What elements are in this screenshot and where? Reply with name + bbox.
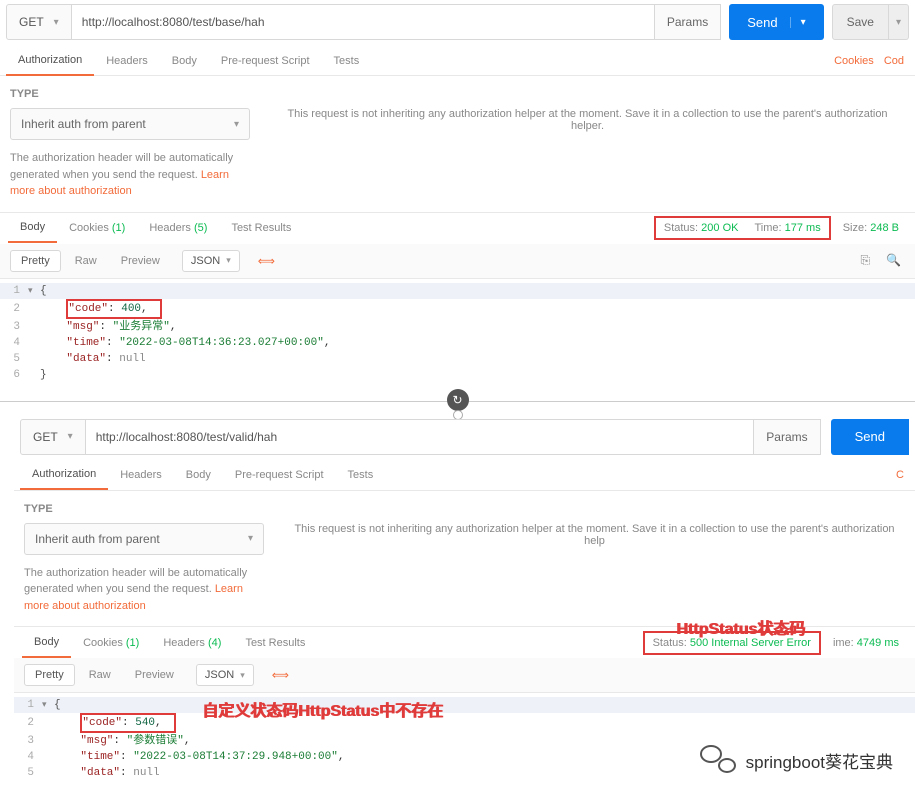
tab-tests[interactable]: Tests	[336, 461, 386, 489]
code-highlight-box: "code": 400,	[66, 299, 161, 319]
rtab-tests[interactable]: Test Results	[219, 214, 303, 242]
url-input[interactable]	[72, 4, 655, 40]
rtab-cookies[interactable]: Cookies (1)	[71, 629, 151, 657]
format-select[interactable]: JSON▾	[196, 664, 254, 686]
request-tabs: Authorization Headers Body Pre-request S…	[0, 46, 915, 76]
auth-message: This request is not inheriting any autho…	[260, 76, 915, 212]
code-link[interactable]: C	[891, 469, 909, 481]
auth-type-select[interactable]: Inherit auth from parent▾	[10, 108, 250, 140]
chevron-down-icon[interactable]: ▾	[790, 17, 806, 28]
tab-prerequest[interactable]: Pre-request Script	[223, 461, 336, 489]
code-link[interactable]: Cod	[879, 55, 909, 67]
rtab-tests[interactable]: Test Results	[233, 629, 317, 657]
auth-type-label: TYPE	[10, 88, 250, 100]
refresh-icon: ↻	[447, 389, 469, 411]
authorization-panel: TYPE Inherit auth from parent▾ The autho…	[14, 491, 915, 627]
auth-message: This request is not inheriting any autho…	[274, 491, 915, 627]
separator: ↻	[0, 387, 915, 415]
annotation-httpstatus: HttpStatus状态码	[676, 615, 805, 639]
status-value: 200 OK	[701, 222, 738, 234]
method-select[interactable]: GET▾	[6, 4, 72, 40]
tab-tests[interactable]: Tests	[322, 47, 372, 75]
rtab-headers[interactable]: Headers (4)	[151, 629, 233, 657]
chevron-down-icon: ▾	[68, 431, 73, 442]
send-button[interactable]: Send▾	[729, 4, 823, 40]
preview-button[interactable]: Preview	[125, 665, 184, 685]
rtab-body[interactable]: Body	[8, 213, 57, 243]
status-block: Status: 200 OK Time: 177 ms	[654, 216, 831, 240]
size-value: 248 B	[870, 222, 899, 234]
tab-prerequest[interactable]: Pre-request Script	[209, 47, 322, 75]
raw-button[interactable]: Raw	[65, 251, 107, 271]
tab-headers[interactable]: Headers	[94, 47, 160, 75]
rtab-cookies[interactable]: Cookies (1)	[57, 214, 137, 242]
response-tabs: Body Cookies (1) Headers (5) Test Result…	[0, 212, 915, 244]
tab-body[interactable]: Body	[174, 461, 223, 489]
rtab-headers[interactable]: Headers (5)	[137, 214, 219, 242]
response-body: 自定义状态码HttpStatus中不存在 1▾{ 2 "code": 540, …	[14, 693, 915, 785]
code-highlight-box: "code": 540,	[80, 713, 175, 733]
tab-authorization[interactable]: Authorization	[20, 460, 108, 490]
request-bar: GET▾ Params Send	[20, 419, 909, 455]
chevron-down-icon: ▾	[226, 255, 231, 266]
cookies-link[interactable]: Cookies	[829, 55, 879, 67]
save-dropdown-toggle[interactable]: ▾	[889, 4, 909, 40]
request-panel-bottom: GET▾ Params Send Authorization Headers B…	[0, 419, 915, 786]
response-body: 1▾{ 2 "code": 400, 3 "msg": "业务异常", 4 "t…	[0, 279, 915, 387]
tab-authorization[interactable]: Authorization	[6, 46, 94, 76]
preview-button[interactable]: Preview	[111, 251, 170, 271]
chevron-down-icon: ▾	[240, 670, 245, 681]
auth-type-select[interactable]: Inherit auth from parent▾	[24, 523, 264, 555]
auth-description: The authorization header will be automat…	[24, 565, 264, 615]
save-button[interactable]: Save	[832, 4, 889, 40]
raw-button[interactable]: Raw	[79, 665, 121, 685]
time-value: 4749 ms	[857, 637, 899, 649]
request-bar: GET▾ Params Send▾ Save ▾	[6, 4, 909, 40]
auth-description: The authorization header will be automat…	[10, 150, 250, 200]
search-icon[interactable]: 🔍	[882, 251, 905, 270]
url-input[interactable]	[86, 419, 755, 455]
method-select[interactable]: GET▾	[20, 419, 86, 455]
body-controls: Pretty Raw Preview JSON▾ ⟺ ⎘ 🔍	[0, 244, 915, 279]
request-tabs: Authorization Headers Body Pre-request S…	[14, 461, 915, 491]
time-value: 177 ms	[785, 222, 821, 234]
auth-type-label: TYPE	[24, 503, 264, 515]
size-block: Size: 248 B	[835, 222, 907, 234]
tab-headers[interactable]: Headers	[108, 461, 174, 489]
format-select[interactable]: JSON▾	[182, 250, 240, 272]
chevron-down-icon: ▾	[54, 17, 59, 28]
wrap-lines-icon[interactable]: ⟺	[252, 250, 281, 272]
rtab-body[interactable]: Body	[22, 628, 71, 658]
tab-body[interactable]: Body	[160, 47, 209, 75]
authorization-panel: TYPE Inherit auth from parent▾ The autho…	[0, 76, 915, 212]
time-block: ime: 4749 ms	[825, 637, 907, 649]
params-button[interactable]: Params	[655, 4, 721, 40]
request-panel-top: GET▾ Params Send▾ Save ▾ Authorization H…	[0, 4, 915, 387]
pretty-button[interactable]: Pretty	[24, 664, 75, 686]
send-button[interactable]: Send	[831, 419, 909, 455]
wrap-lines-icon[interactable]: ⟺	[266, 664, 295, 686]
body-controls: Pretty Raw Preview JSON▾ ⟺	[14, 658, 915, 693]
chevron-down-icon: ▾	[248, 533, 253, 544]
copy-icon[interactable]: ⎘	[856, 251, 874, 270]
chevron-down-icon: ▾	[234, 119, 239, 130]
annotation-custom: 自定义状态码HttpStatus中不存在	[202, 697, 443, 721]
params-button[interactable]: Params	[754, 419, 820, 455]
pretty-button[interactable]: Pretty	[10, 250, 61, 272]
